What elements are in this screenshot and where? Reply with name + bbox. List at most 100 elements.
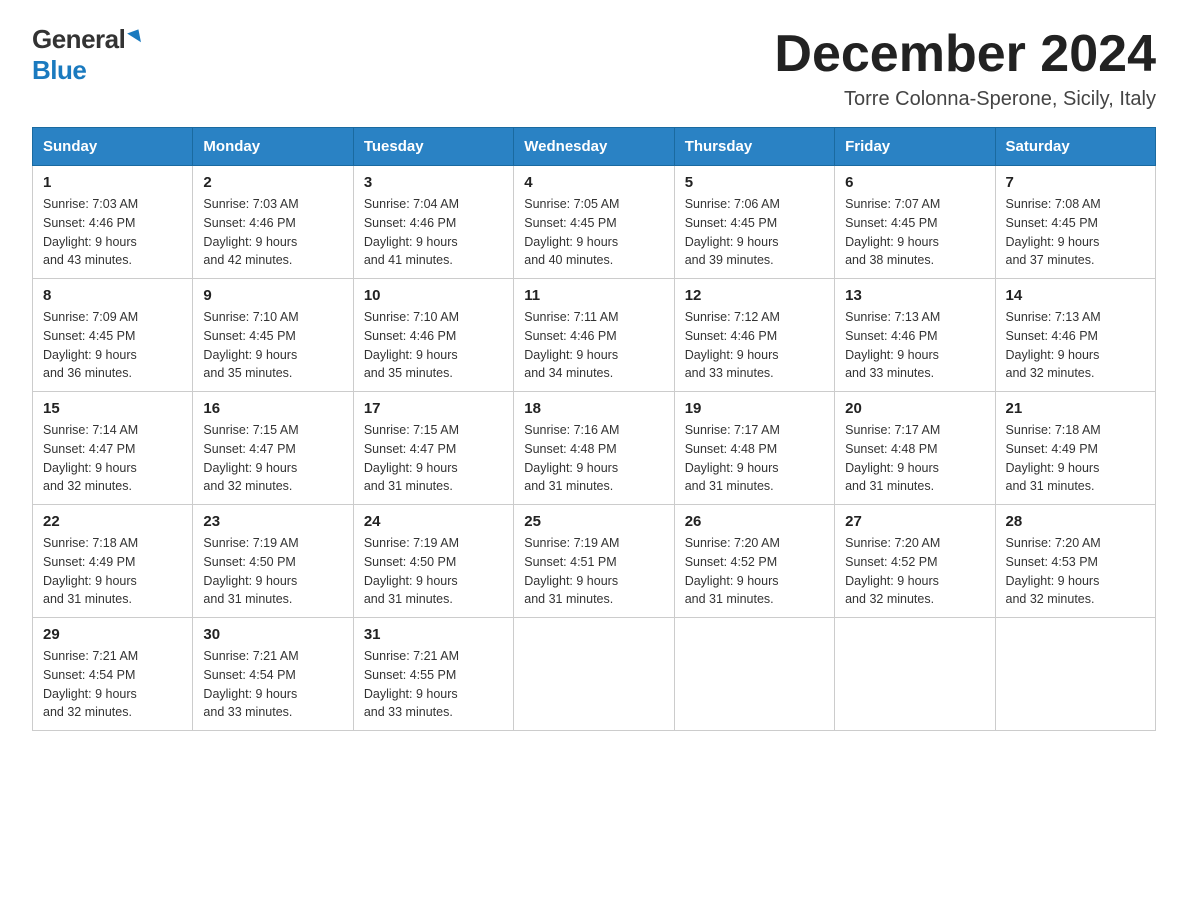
header-sunday: Sunday [33, 128, 193, 166]
day-info: Sunrise: 7:13 AMSunset: 4:46 PMDaylight:… [1006, 308, 1145, 383]
day-number: 30 [203, 626, 342, 643]
calendar-cell: 23 Sunrise: 7:19 AMSunset: 4:50 PMDayligh… [193, 505, 353, 618]
day-info: Sunrise: 7:03 AMSunset: 4:46 PMDaylight:… [203, 195, 342, 270]
calendar-cell: 17 Sunrise: 7:15 AMSunset: 4:47 PMDayligh… [353, 392, 513, 505]
day-number: 24 [364, 513, 503, 530]
day-info: Sunrise: 7:17 AMSunset: 4:48 PMDaylight:… [845, 421, 984, 496]
calendar-cell: 20Sunrise: 7:17 AMSunset: 4:48 PMDayligh… [835, 392, 995, 505]
calendar-cell: 29 Sunrise: 7:21 AMSunset: 4:54 PMDayligh… [33, 618, 193, 731]
calendar-cell: 5 Sunrise: 7:06 AMSunset: 4:45 PMDaylight… [674, 166, 834, 279]
day-info: Sunrise: 7:20 AMSunset: 4:52 PMDaylight:… [845, 534, 984, 609]
day-number: 9 [203, 287, 342, 304]
day-number: 19 [685, 400, 824, 417]
day-number: 8 [43, 287, 182, 304]
logo-blue-text: Blue [32, 55, 86, 86]
header-tuesday: Tuesday [353, 128, 513, 166]
calendar-cell: 7 Sunrise: 7:08 AMSunset: 4:45 PMDaylight… [995, 166, 1155, 279]
calendar-cell: 2 Sunrise: 7:03 AMSunset: 4:46 PMDaylight… [193, 166, 353, 279]
day-info: Sunrise: 7:07 AMSunset: 4:45 PMDaylight:… [845, 195, 984, 270]
day-info: Sunrise: 7:21 AMSunset: 4:54 PMDaylight:… [43, 647, 182, 722]
calendar-cell: 22 Sunrise: 7:18 AMSunset: 4:49 PMDayligh… [33, 505, 193, 618]
day-info: Sunrise: 7:16 AMSunset: 4:48 PMDaylight:… [524, 421, 663, 496]
calendar-cell: 11Sunrise: 7:11 AMSunset: 4:46 PMDayligh… [514, 279, 674, 392]
calendar-cell: 21Sunrise: 7:18 AMSunset: 4:49 PMDayligh… [995, 392, 1155, 505]
day-number: 15 [43, 400, 182, 417]
calendar-cell: 24 Sunrise: 7:19 AMSunset: 4:50 PMDayligh… [353, 505, 513, 618]
day-info: Sunrise: 7:18 AMSunset: 4:49 PMDaylight:… [1006, 421, 1145, 496]
calendar-week-row: 15 Sunrise: 7:14 AMSunset: 4:47 PMDayligh… [33, 392, 1156, 505]
day-info: Sunrise: 7:05 AMSunset: 4:45 PMDaylight:… [524, 195, 663, 270]
day-info: Sunrise: 7:04 AMSunset: 4:46 PMDaylight:… [364, 195, 503, 270]
day-info: Sunrise: 7:10 AMSunset: 4:45 PMDaylight:… [203, 308, 342, 383]
logo-general-text: General [32, 24, 125, 55]
page-header: General Blue December 2024 Torre Colonna… [32, 24, 1156, 111]
day-info: Sunrise: 7:08 AMSunset: 4:45 PMDaylight:… [1006, 195, 1145, 270]
day-info: Sunrise: 7:10 AMSunset: 4:46 PMDaylight:… [364, 308, 503, 383]
calendar-table: SundayMondayTuesdayWednesdayThursdayFrid… [32, 127, 1156, 731]
day-number: 3 [364, 174, 503, 191]
month-title: December 2024 [774, 24, 1156, 84]
calendar-cell: 31 Sunrise: 7:21 AMSunset: 4:55 PMDayligh… [353, 618, 513, 731]
day-info: Sunrise: 7:11 AMSunset: 4:46 PMDaylight:… [524, 308, 663, 383]
calendar-cell: 19 Sunrise: 7:17 AMSunset: 4:48 PMDayligh… [674, 392, 834, 505]
day-number: 4 [524, 174, 663, 191]
day-number: 2 [203, 174, 342, 191]
day-number: 31 [364, 626, 503, 643]
calendar-cell: 27 Sunrise: 7:20 AMSunset: 4:52 PMDayligh… [835, 505, 995, 618]
calendar-week-row: 8 Sunrise: 7:09 AMSunset: 4:45 PMDaylight… [33, 279, 1156, 392]
day-number: 1 [43, 174, 182, 191]
calendar-cell [674, 618, 834, 731]
calendar-week-row: 22 Sunrise: 7:18 AMSunset: 4:49 PMDayligh… [33, 505, 1156, 618]
day-info: Sunrise: 7:17 AMSunset: 4:48 PMDaylight:… [685, 421, 824, 496]
day-info: Sunrise: 7:21 AMSunset: 4:55 PMDaylight:… [364, 647, 503, 722]
day-number: 22 [43, 513, 182, 530]
day-info: Sunrise: 7:15 AMSunset: 4:47 PMDaylight:… [364, 421, 503, 496]
day-number: 5 [685, 174, 824, 191]
calendar-week-row: 29 Sunrise: 7:21 AMSunset: 4:54 PMDayligh… [33, 618, 1156, 731]
day-number: 10 [364, 287, 503, 304]
calendar-week-row: 1 Sunrise: 7:03 AMSunset: 4:46 PMDaylight… [33, 166, 1156, 279]
calendar-cell: 9 Sunrise: 7:10 AMSunset: 4:45 PMDaylight… [193, 279, 353, 392]
day-number: 12 [685, 287, 824, 304]
logo: General Blue [32, 24, 141, 86]
day-number: 28 [1006, 513, 1145, 530]
day-number: 17 [364, 400, 503, 417]
calendar-cell: 4 Sunrise: 7:05 AMSunset: 4:45 PMDaylight… [514, 166, 674, 279]
day-info: Sunrise: 7:06 AMSunset: 4:45 PMDaylight:… [685, 195, 824, 270]
day-info: Sunrise: 7:12 AMSunset: 4:46 PMDaylight:… [685, 308, 824, 383]
calendar-cell [995, 618, 1155, 731]
day-info: Sunrise: 7:21 AMSunset: 4:54 PMDaylight:… [203, 647, 342, 722]
header-saturday: Saturday [995, 128, 1155, 166]
day-number: 27 [845, 513, 984, 530]
location-title: Torre Colonna-Sperone, Sicily, Italy [774, 88, 1156, 111]
calendar-cell: 28Sunrise: 7:20 AMSunset: 4:53 PMDayligh… [995, 505, 1155, 618]
calendar-header-row: SundayMondayTuesdayWednesdayThursdayFrid… [33, 128, 1156, 166]
day-number: 16 [203, 400, 342, 417]
calendar-cell: 8 Sunrise: 7:09 AMSunset: 4:45 PMDaylight… [33, 279, 193, 392]
header-monday: Monday [193, 128, 353, 166]
day-info: Sunrise: 7:19 AMSunset: 4:50 PMDaylight:… [203, 534, 342, 609]
calendar-cell: 15 Sunrise: 7:14 AMSunset: 4:47 PMDayligh… [33, 392, 193, 505]
day-number: 7 [1006, 174, 1145, 191]
day-number: 14 [1006, 287, 1145, 304]
day-number: 23 [203, 513, 342, 530]
calendar-cell: 18Sunrise: 7:16 AMSunset: 4:48 PMDayligh… [514, 392, 674, 505]
day-number: 26 [685, 513, 824, 530]
calendar-cell [835, 618, 995, 731]
calendar-cell: 13Sunrise: 7:13 AMSunset: 4:46 PMDayligh… [835, 279, 995, 392]
day-info: Sunrise: 7:18 AMSunset: 4:49 PMDaylight:… [43, 534, 182, 609]
day-number: 6 [845, 174, 984, 191]
day-info: Sunrise: 7:09 AMSunset: 4:45 PMDaylight:… [43, 308, 182, 383]
day-info: Sunrise: 7:15 AMSunset: 4:47 PMDaylight:… [203, 421, 342, 496]
day-info: Sunrise: 7:19 AMSunset: 4:50 PMDaylight:… [364, 534, 503, 609]
day-number: 25 [524, 513, 663, 530]
calendar-cell: 16 Sunrise: 7:15 AMSunset: 4:47 PMDayligh… [193, 392, 353, 505]
calendar-cell [514, 618, 674, 731]
day-info: Sunrise: 7:03 AMSunset: 4:46 PMDaylight:… [43, 195, 182, 270]
day-info: Sunrise: 7:14 AMSunset: 4:47 PMDaylight:… [43, 421, 182, 496]
header-thursday: Thursday [674, 128, 834, 166]
title-section: December 2024 Torre Colonna-Sperone, Sic… [774, 24, 1156, 111]
calendar-cell: 14 Sunrise: 7:13 AMSunset: 4:46 PMDayligh… [995, 279, 1155, 392]
day-number: 13 [845, 287, 984, 304]
day-number: 29 [43, 626, 182, 643]
